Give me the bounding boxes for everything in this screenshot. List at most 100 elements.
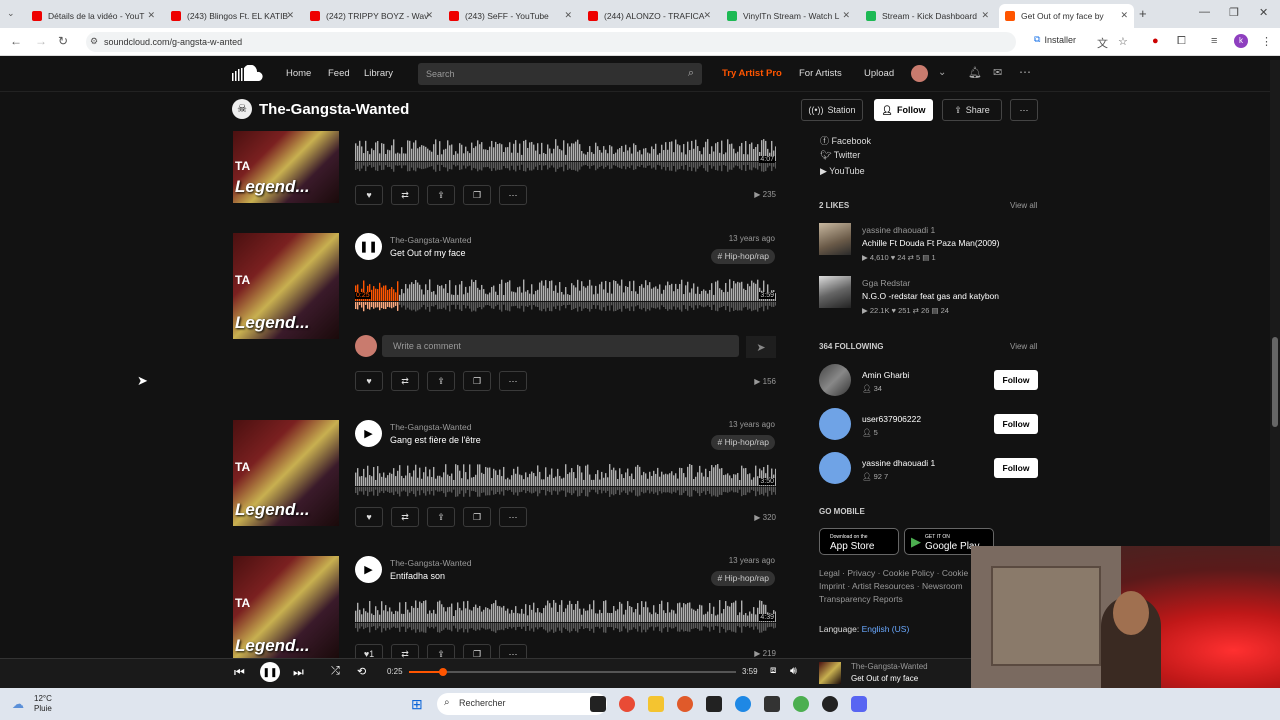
like-button[interactable]: ♥ <box>355 507 383 527</box>
follow-button[interactable]: Follow <box>994 458 1038 478</box>
weather-icon[interactable]: ☁ <box>12 697 24 711</box>
more-button[interactable]: ⋯ <box>499 644 527 658</box>
for-artists-link[interactable]: For Artists <box>799 68 842 79</box>
obs-icon[interactable] <box>822 696 838 712</box>
search-input[interactable]: Search ⌕ <box>418 63 702 85</box>
copy-link-button[interactable]: ❐ <box>463 644 491 658</box>
chrome-profile-icon[interactable] <box>793 696 809 712</box>
user-menu-chevron-icon[interactable]: ⌄ <box>938 67 946 78</box>
taskview-icon[interactable] <box>590 696 606 712</box>
browser-tab[interactable]: Stream - Kick Dashboard ✕ <box>860 4 995 28</box>
browser-tab[interactable]: VinylTn Stream - Watch L ✕ <box>721 4 856 28</box>
taskbar-search[interactable]: ⌕ Rechercher <box>437 693 607 715</box>
track-waveform[interactable] <box>355 135 776 173</box>
more-button[interactable]: ⋯ <box>499 507 527 527</box>
genre-tag[interactable]: # Hip-hop/rap <box>711 435 775 450</box>
site-info-icon[interactable]: ⚙ <box>90 36 98 47</box>
track-artwork[interactable]: TA Legend... <box>233 233 339 339</box>
player-progress-bar[interactable] <box>409 668 736 676</box>
track-artwork[interactable]: TA Legend... <box>233 556 339 658</box>
genre-tag[interactable]: # Hip-hop/rap <box>711 249 775 264</box>
browser-tab[interactable]: (243) SeFF - YouTube ✕ <box>443 4 578 28</box>
copy-link-button[interactable]: ❐ <box>463 185 491 205</box>
soundcloud-logo-icon[interactable] <box>232 65 264 81</box>
repost-button[interactable]: ⇄ <box>391 185 419 205</box>
following-name[interactable]: Amin Gharbi <box>862 370 909 380</box>
repeat-icon[interactable]: ⟲ <box>357 665 366 678</box>
genre-tag[interactable]: # Hip-hop/rap <box>711 571 775 586</box>
chrome-icon[interactable] <box>619 696 635 712</box>
notifications-bell-icon[interactable]: 🔔︎ <box>968 66 982 79</box>
next-track-icon[interactable]: ⏭ <box>293 665 304 680</box>
track-title[interactable]: Get Out of my face <box>390 248 466 258</box>
maximize-button[interactable]: ❐ <box>1229 6 1239 19</box>
now-playing-artwork[interactable] <box>819 662 841 684</box>
profile-more-button[interactable]: ⋯ <box>1010 99 1038 121</box>
track-artwork[interactable]: TA Legend... <box>233 420 339 526</box>
following-name[interactable]: yassine dhaouadi 1 <box>862 458 935 468</box>
share-button[interactable]: ⇪ <box>427 371 455 391</box>
track-artist[interactable]: The-Gangsta-Wanted <box>390 422 471 432</box>
url-field[interactable]: ⚙ soundcloud.com/g-angsta-w-anted <box>86 32 1016 52</box>
track-waveform[interactable] <box>355 460 776 498</box>
play-button[interactable]: ▶ <box>355 556 382 583</box>
pause-button[interactable]: ❚❚ <box>355 233 382 260</box>
now-playing-title[interactable]: Get Out of my face <box>851 674 918 683</box>
like-title[interactable]: Achille Ft Douda Ft Paza Man(2009) <box>862 238 999 248</box>
extension-red-icon[interactable]: ● <box>1152 35 1159 47</box>
track-title[interactable]: Gang est fière de l'être <box>390 435 481 445</box>
likes-view-all[interactable]: View all <box>1010 201 1037 210</box>
send-comment-icon[interactable]: ➤ <box>746 336 776 358</box>
like-button[interactable]: ♥ 1 <box>355 644 383 658</box>
track-waveform[interactable] <box>355 596 776 634</box>
volume-icon[interactable]: 🔊︎ <box>790 665 797 678</box>
terminal-icon[interactable] <box>764 696 780 712</box>
tab-close-icon[interactable]: ✕ <box>564 10 572 21</box>
nav-feed[interactable]: Feed <box>328 68 350 79</box>
track-title[interactable]: Entifadha son <box>390 571 445 581</box>
tab-close-icon[interactable]: ✕ <box>703 10 711 21</box>
upload-link[interactable]: Upload <box>864 68 894 79</box>
now-playing-artist[interactable]: The-Gangsta-Wanted <box>851 662 928 671</box>
browser-tab[interactable]: (243) Blingos Ft. EL KATIB ✕ <box>165 4 300 28</box>
repost-button[interactable]: ⇄ <box>391 644 419 658</box>
close-window-button[interactable]: ✕ <box>1259 6 1268 19</box>
bookmark-star-icon[interactable]: ☆ <box>1118 35 1128 48</box>
like-button[interactable]: ♥ <box>355 371 383 391</box>
repost-button[interactable]: ⇄ <box>391 371 419 391</box>
previous-track-icon[interactable]: ⏮ <box>234 665 245 680</box>
browser-tab[interactable]: (244) ALONZO - TRAFICA ✕ <box>582 4 717 28</box>
more-button[interactable]: ⋯ <box>499 371 527 391</box>
app-store-badge[interactable]: Download on the App Store <box>819 528 899 555</box>
cast-icon[interactable]: ⧈ <box>770 665 776 676</box>
player-progress-knob[interactable] <box>439 668 447 676</box>
reading-list-icon[interactable]: ≡ <box>1211 35 1217 47</box>
footer-links-2[interactable]: Imprint · Artist Resources · Newsroom <box>819 581 963 591</box>
like-button[interactable]: ♥ <box>355 185 383 205</box>
follow-button[interactable]: Follow <box>994 414 1038 434</box>
like-track-artwork[interactable] <box>819 276 851 308</box>
facebook-link[interactable]: ⓕ Facebook <box>820 134 871 147</box>
search-icon[interactable]: ⌕ <box>688 67 694 80</box>
browser-menu-icon[interactable]: ⋮ <box>1261 35 1272 48</box>
station-button[interactable]: ((•)) Station <box>801 99 863 121</box>
follow-button[interactable]: Follow <box>994 370 1038 390</box>
track-waveform[interactable] <box>355 275 776 313</box>
nav-library[interactable]: Library <box>364 68 393 79</box>
like-user[interactable]: yassine dhaouadi 1 <box>862 225 935 235</box>
try-artist-pro-link[interactable]: Try Artist Pro <box>722 68 782 79</box>
player-pause-icon[interactable]: ❚❚ <box>260 662 280 682</box>
weather-widget[interactable]: 12°C Pluie <box>34 694 52 714</box>
follow-profile-button[interactable]: 👤︎ Follow <box>874 99 933 121</box>
minimize-button[interactable]: — <box>1199 6 1210 18</box>
tab-close-icon[interactable]: ✕ <box>842 10 850 21</box>
copy-link-button[interactable]: ❐ <box>463 507 491 527</box>
more-button[interactable]: ⋯ <box>499 185 527 205</box>
edge-icon[interactable] <box>735 696 751 712</box>
track-artist[interactable]: The-Gangsta-Wanted <box>390 558 471 568</box>
youtube-link[interactable]: ▶ YouTube <box>820 166 865 177</box>
share-button[interactable]: ⇪ <box>427 507 455 527</box>
track-artwork[interactable]: TA Legend... <box>233 131 339 203</box>
play-button[interactable]: ▶ <box>355 420 382 447</box>
extensions-puzzle-icon[interactable]: ⧠ <box>1177 35 1186 48</box>
